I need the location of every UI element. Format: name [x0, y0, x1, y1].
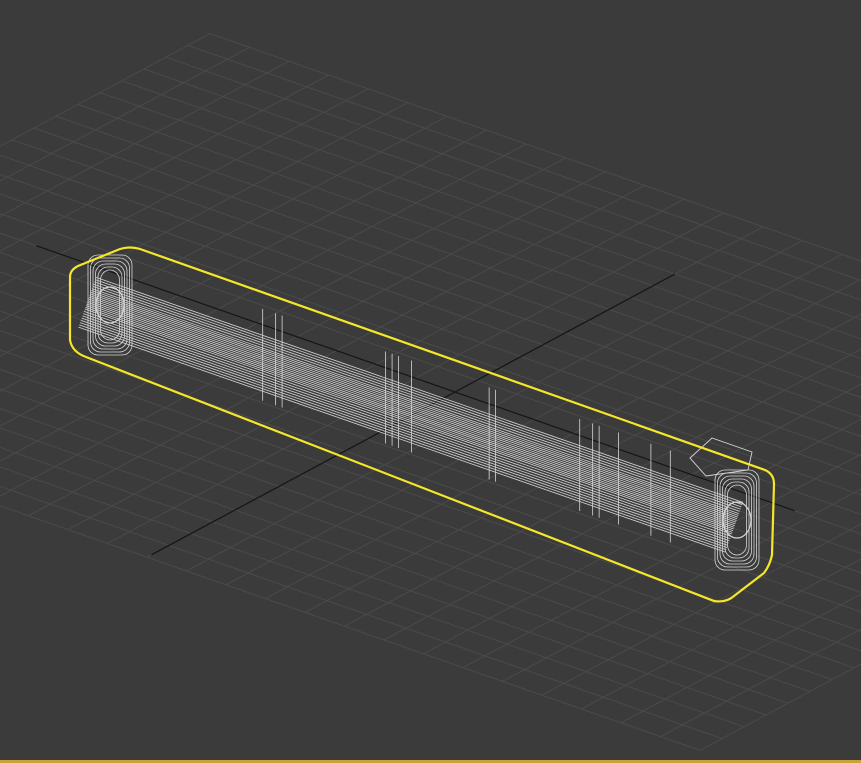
grid-line	[187, 44, 861, 282]
mesh-edge	[78, 326, 726, 553]
mesh-edge	[95, 279, 743, 506]
ground-grid	[0, 33, 861, 751]
mesh-edge	[88, 296, 737, 523]
mesh-edge	[82, 315, 730, 542]
mesh-edge	[80, 319, 728, 546]
perspective-viewport[interactable]	[0, 0, 861, 763]
mesh-edge	[85, 305, 734, 532]
grid-line	[0, 427, 789, 704]
mesh-edge	[94, 281, 742, 508]
mesh-edge	[95, 276, 744, 503]
grid-line	[0, 213, 861, 515]
viewport-canvas[interactable]	[0, 0, 861, 763]
x-axis-line	[36, 245, 795, 512]
mesh-edge	[85, 306, 733, 533]
mesh-edge	[79, 322, 728, 549]
mesh-edge	[89, 295, 737, 521]
mesh-edge	[79, 324, 727, 551]
grid-line	[0, 102, 408, 322]
mesh-edge	[91, 288, 740, 515]
grid-line	[0, 388, 833, 681]
y-axis-line	[151, 273, 676, 556]
mesh-edge	[91, 290, 739, 516]
